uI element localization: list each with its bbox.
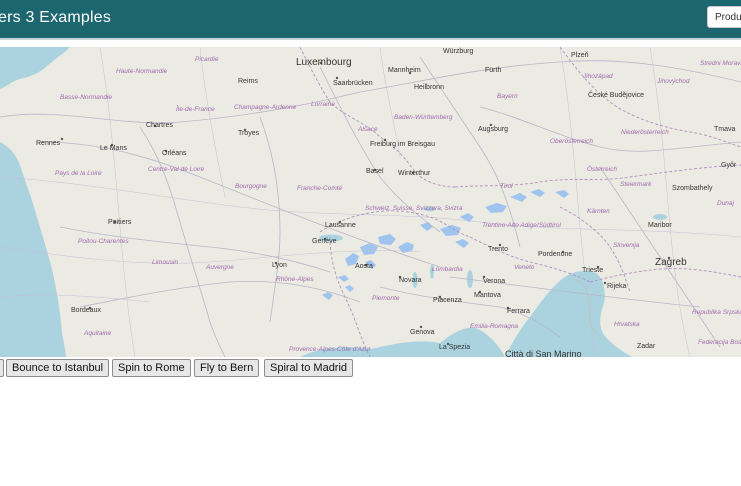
map-city-label: Le Mans bbox=[100, 145, 127, 152]
map-region-label: Oberösterreich bbox=[550, 138, 593, 145]
map-city-label: Troyes bbox=[238, 130, 260, 137]
map-city-label: Novara bbox=[399, 277, 422, 284]
spin-to-rome-button[interactable]: Spin to Rome bbox=[112, 359, 191, 377]
spiral-to-madrid-button[interactable]: Spiral to Madrid bbox=[264, 359, 354, 377]
map-city-label: Città di San Marino bbox=[505, 349, 582, 357]
map-region-label: Veneto bbox=[514, 264, 535, 271]
map-city-label: Zadar bbox=[637, 343, 656, 350]
map-region-label: Steiermark bbox=[620, 181, 652, 188]
map-region-label: Île-de-France bbox=[176, 104, 215, 113]
map-viewport[interactable]: Luxembourg Würzburg Plzeň Mannheim Fürth Reim… bbox=[0, 47, 741, 357]
map-city-label: České Budějovice bbox=[588, 90, 644, 99]
map-city-label: Pordenone bbox=[538, 251, 572, 258]
map-city-label: Győr bbox=[721, 162, 737, 169]
map-region-label: Provence-Alpes-Côte d'Azur bbox=[289, 346, 372, 353]
map-region-label: Trentino-Alto Adige/Südtirol bbox=[482, 222, 561, 229]
map-region-label: Slovenija bbox=[613, 242, 640, 249]
map-city-label: Trieste bbox=[582, 267, 603, 274]
map-city-label: Winterthur bbox=[398, 170, 431, 177]
map-city-label: Poitiers bbox=[108, 219, 132, 226]
map-city-label: Saarbrücken bbox=[333, 80, 373, 87]
map-region-label: Emilia-Romagna bbox=[470, 323, 518, 330]
map-city-label: Mantova bbox=[474, 292, 501, 299]
map-city-label: Genova bbox=[410, 329, 435, 336]
map-city-label: Szombathely bbox=[672, 185, 713, 192]
map-city-label: Reims bbox=[238, 78, 258, 85]
map-city-label: Chartres bbox=[146, 122, 173, 129]
map-city-label: Trento bbox=[488, 246, 508, 253]
map-city-label: Freiburg im Breisgau bbox=[370, 141, 435, 148]
map-city-label: Rijeka bbox=[607, 283, 627, 290]
map-region-label: Auvergne bbox=[205, 264, 234, 271]
map-city-label: Heilbronn bbox=[414, 84, 444, 91]
map-city-label: Genève bbox=[312, 238, 337, 245]
map-region-label: Republika Srpska bbox=[692, 309, 741, 316]
map-city-label: Lausanne bbox=[325, 222, 356, 229]
map-city-label: Piacenza bbox=[433, 297, 462, 304]
map-city-label: Tmava bbox=[714, 126, 736, 133]
fly-to-bern-button[interactable]: Fly to Bern bbox=[194, 359, 260, 377]
map-region-label: Lorraine bbox=[311, 101, 335, 108]
map-region-label: Pays de la Loire bbox=[55, 170, 102, 177]
partial-button[interactable] bbox=[0, 359, 4, 377]
map-region-label: Stredni Morava bbox=[700, 60, 741, 67]
map-region-label: Alsace bbox=[357, 126, 378, 133]
map-city-label: Fürth bbox=[485, 67, 501, 74]
map-city-label: Maribor bbox=[648, 222, 672, 229]
map-region-label: Limousin bbox=[152, 259, 178, 266]
map-region-label: Bourgogne bbox=[235, 183, 267, 190]
map-city-label: Plzeň bbox=[571, 52, 589, 59]
map-region-label: Poitou-Charentes bbox=[78, 238, 129, 245]
map-city-label: Orléans bbox=[162, 150, 187, 157]
map-city-label: Verona bbox=[483, 278, 505, 285]
map-region-label: Österreich bbox=[587, 165, 617, 173]
map-region-label: Aquitaine bbox=[83, 330, 111, 337]
map-city-label: Lyon bbox=[272, 262, 287, 269]
map-region-label: Franche-Comté bbox=[297, 185, 343, 192]
map-region-label: Piemonte bbox=[372, 295, 400, 302]
map-city-label: Ferrara bbox=[507, 308, 530, 315]
map-region-label: Tirol bbox=[500, 183, 513, 190]
map-region-label: Dunaj bbox=[717, 200, 735, 207]
map-region-label: Centre-Val de Loire bbox=[148, 166, 205, 173]
map-region-label: Jihozápad bbox=[582, 73, 613, 80]
map-city-label: Zagreb bbox=[655, 257, 687, 268]
map-city-label: Aosta bbox=[355, 263, 373, 270]
map-city-label: Würzburg bbox=[443, 48, 473, 55]
map-region-label: Rhône-Alpes bbox=[276, 276, 314, 283]
page-title: ers 3 Examples bbox=[0, 9, 112, 26]
map-city-label: Bordeaux bbox=[71, 307, 101, 314]
map-region-label: Baden-Württemberg bbox=[394, 114, 453, 121]
bounce-to-istanbul-button[interactable]: Bounce to Istanbul bbox=[6, 359, 110, 377]
map-region-label: Jihovýchod bbox=[656, 78, 690, 85]
map-region-label: Schweiz, Suisse, Svizzera, Svizra bbox=[365, 205, 463, 212]
map-city-label: Mannheim bbox=[388, 67, 421, 74]
map-city-label: Luxembourg bbox=[296, 57, 352, 68]
map-city-label: Basel bbox=[366, 168, 384, 175]
map-city-label: La Spezia bbox=[439, 344, 470, 351]
map-region-label: Niederösterreich bbox=[621, 129, 669, 136]
map-city-label: Rennes bbox=[36, 140, 61, 147]
map-region-label: Picardie bbox=[195, 56, 219, 63]
map-city-label: Augsburg bbox=[478, 126, 508, 133]
map-region-label: Lombardia bbox=[432, 266, 463, 273]
map-region-label: Haute-Normandie bbox=[116, 68, 168, 75]
map-region-label: Bayern bbox=[497, 93, 518, 100]
products-dropdown-button[interactable]: Produ bbox=[707, 6, 741, 28]
map-region-label: Kärnten bbox=[587, 208, 610, 215]
map-region-label: Federacija Bosne i Hercegovine bbox=[698, 339, 741, 346]
map-region-label: Hrvatska bbox=[614, 321, 640, 328]
app-header: ers 3 Examples Produ bbox=[0, 0, 741, 40]
map-region-label: Champagne-Ardenne bbox=[234, 104, 297, 111]
map-region-label: Basse-Normandie bbox=[60, 94, 112, 101]
